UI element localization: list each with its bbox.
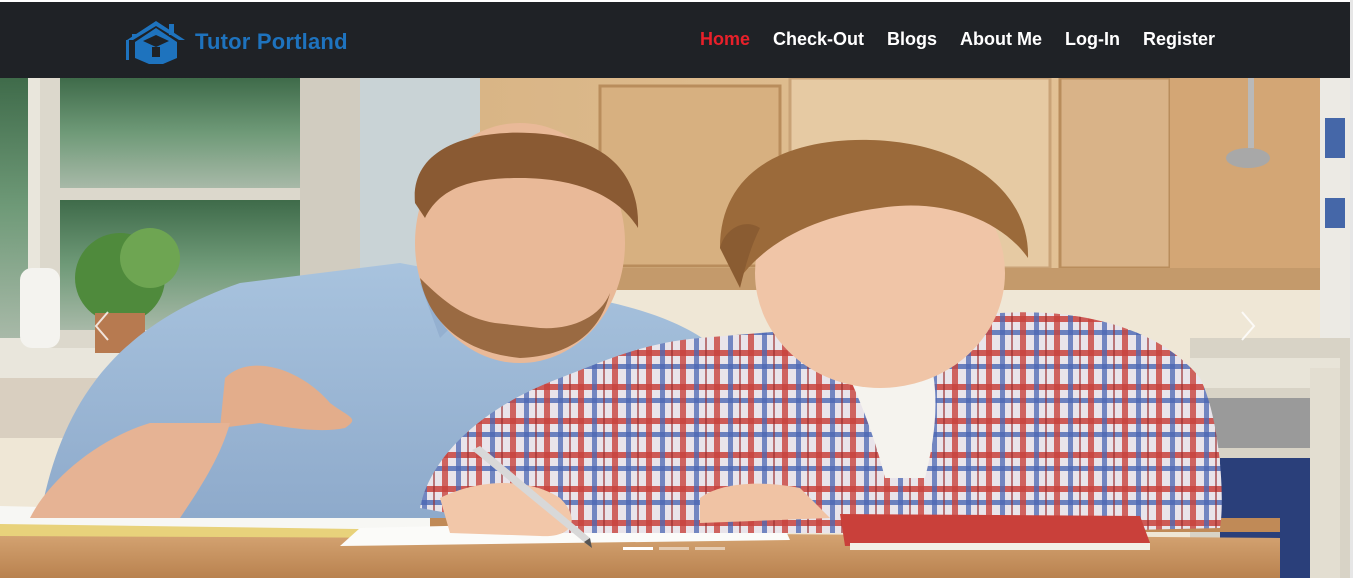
hero-slide-image (0, 78, 1350, 578)
carousel-indicator-3[interactable] (695, 547, 725, 550)
nav-log-in[interactable]: Log-In (1065, 29, 1120, 50)
hero-carousel (0, 78, 1350, 578)
navbar: Tutor Portland Home Check-Out Blogs Abou… (0, 2, 1350, 78)
chevron-right-icon (1241, 311, 1256, 341)
carousel-indicator-1[interactable] (623, 547, 653, 550)
nav-about-me[interactable]: About Me (960, 29, 1042, 50)
carousel-indicators (623, 547, 731, 550)
house-graduation-cap-icon (126, 21, 185, 64)
nav-check-out[interactable]: Check-Out (773, 29, 864, 50)
carousel-indicator-2[interactable] (659, 547, 689, 550)
brand-logo-link[interactable]: Tutor Portland (123, 18, 348, 66)
nav-register[interactable]: Register (1143, 29, 1215, 50)
carousel-next-button[interactable] (1236, 308, 1260, 344)
nav-home[interactable]: Home (700, 29, 750, 50)
brand-name: Tutor Portland (195, 29, 348, 54)
carousel-prev-button[interactable] (90, 308, 114, 344)
nav-blogs[interactable]: Blogs (887, 29, 937, 50)
main-menu: Home Check-Out Blogs About Me Log-In Reg… (700, 29, 1238, 50)
chevron-left-icon (94, 311, 109, 341)
